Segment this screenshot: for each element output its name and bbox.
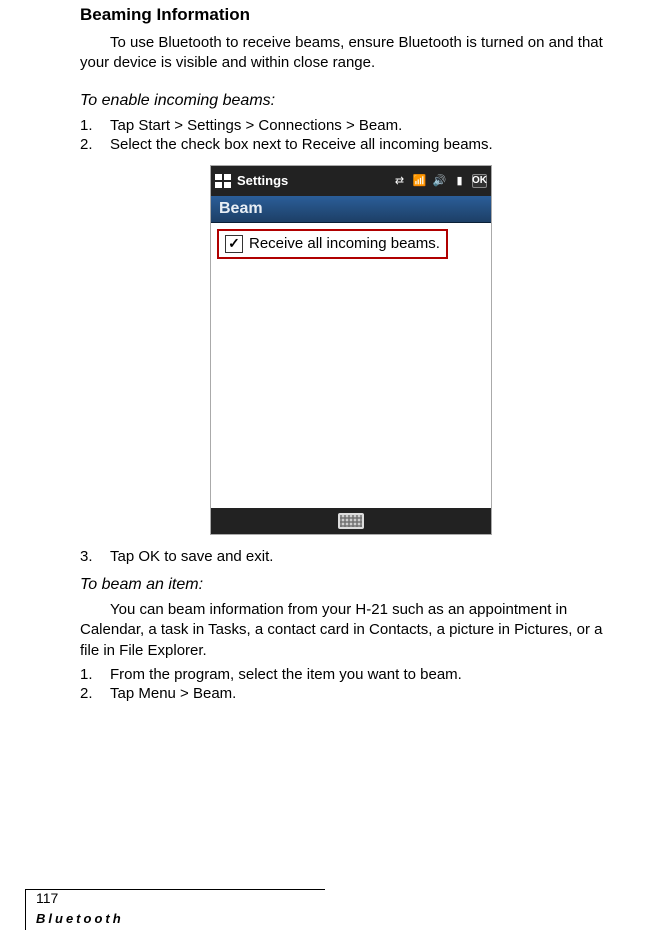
step-item: 3. Tap OK to save and exit. xyxy=(80,547,622,567)
volume-icon[interactable]: 🔊 xyxy=(432,174,447,188)
steps-list-1b: 3. Tap OK to save and exit. xyxy=(80,547,622,567)
footer-inner: 117 Bluetooth xyxy=(25,890,325,930)
checkbox-label: Receive all incoming beams. xyxy=(249,235,440,252)
page-number: 117 xyxy=(36,890,325,906)
subsection-title-enable: To enable incoming beams: xyxy=(80,92,622,110)
section-heading: Beaming Information xyxy=(80,5,622,25)
step-item: 1. Tap Start > Settings > Connections > … xyxy=(80,116,622,136)
start-icon[interactable] xyxy=(215,174,231,188)
step-number: 1. xyxy=(80,665,110,685)
page-footer: 117 Bluetooth xyxy=(25,889,325,930)
step-text: Tap Start > Settings > Connections > Bea… xyxy=(110,116,402,136)
screen-subtitle: Beam xyxy=(211,196,491,223)
step-number: 2. xyxy=(80,684,110,704)
connectivity-icon[interactable]: ⇄ xyxy=(392,174,407,188)
screen-body: ✓ Receive all incoming beams. xyxy=(211,223,491,508)
step-text: Select the check box next to Receive all… xyxy=(110,135,493,155)
titlebar-title: Settings xyxy=(237,173,288,188)
phone-icon[interactable]: 📶 xyxy=(412,174,427,188)
device-screenshot: Settings ⇄ 📶 🔊 ▮ OK Beam ✓ Receive all i… xyxy=(210,165,492,535)
battery-icon[interactable]: ▮ xyxy=(452,174,467,188)
titlebar: Settings ⇄ 📶 🔊 ▮ OK xyxy=(211,166,491,196)
intro-paragraph: To use Bluetooth to receive beams, ensur… xyxy=(80,33,622,74)
step-number: 1. xyxy=(80,116,110,136)
steps-list-1a: 1. Tap Start > Settings > Connections > … xyxy=(80,116,622,155)
chapter-name: Bluetooth xyxy=(36,911,124,926)
beam-paragraph: You can beam information from your H-21 … xyxy=(80,600,622,661)
step-text: Tap Menu > Beam. xyxy=(110,684,236,704)
page-content: Beaming Information To use Bluetooth to … xyxy=(25,5,632,704)
step-item: 2. Tap Menu > Beam. xyxy=(80,684,622,704)
keyboard-icon[interactable] xyxy=(338,513,364,529)
bottom-bar xyxy=(211,508,491,534)
step-item: 2. Select the check box next to Receive … xyxy=(80,135,622,155)
step-number: 3. xyxy=(80,547,110,567)
titlebar-status-icons: ⇄ 📶 🔊 ▮ OK xyxy=(392,174,487,188)
step-item: 1. From the program, select the item you… xyxy=(80,665,622,685)
step-text: Tap OK to save and exit. xyxy=(110,547,273,567)
steps-list-2: 1. From the program, select the item you… xyxy=(80,665,622,704)
checkbox-icon[interactable]: ✓ xyxy=(225,235,243,253)
titlebar-left: Settings xyxy=(215,173,388,188)
ok-button[interactable]: OK xyxy=(472,174,487,188)
step-number: 2. xyxy=(80,135,110,155)
subsection-title-beam: To beam an item: xyxy=(80,576,622,594)
receive-beams-option[interactable]: ✓ Receive all incoming beams. xyxy=(217,229,448,259)
step-text: From the program, select the item you wa… xyxy=(110,665,462,685)
